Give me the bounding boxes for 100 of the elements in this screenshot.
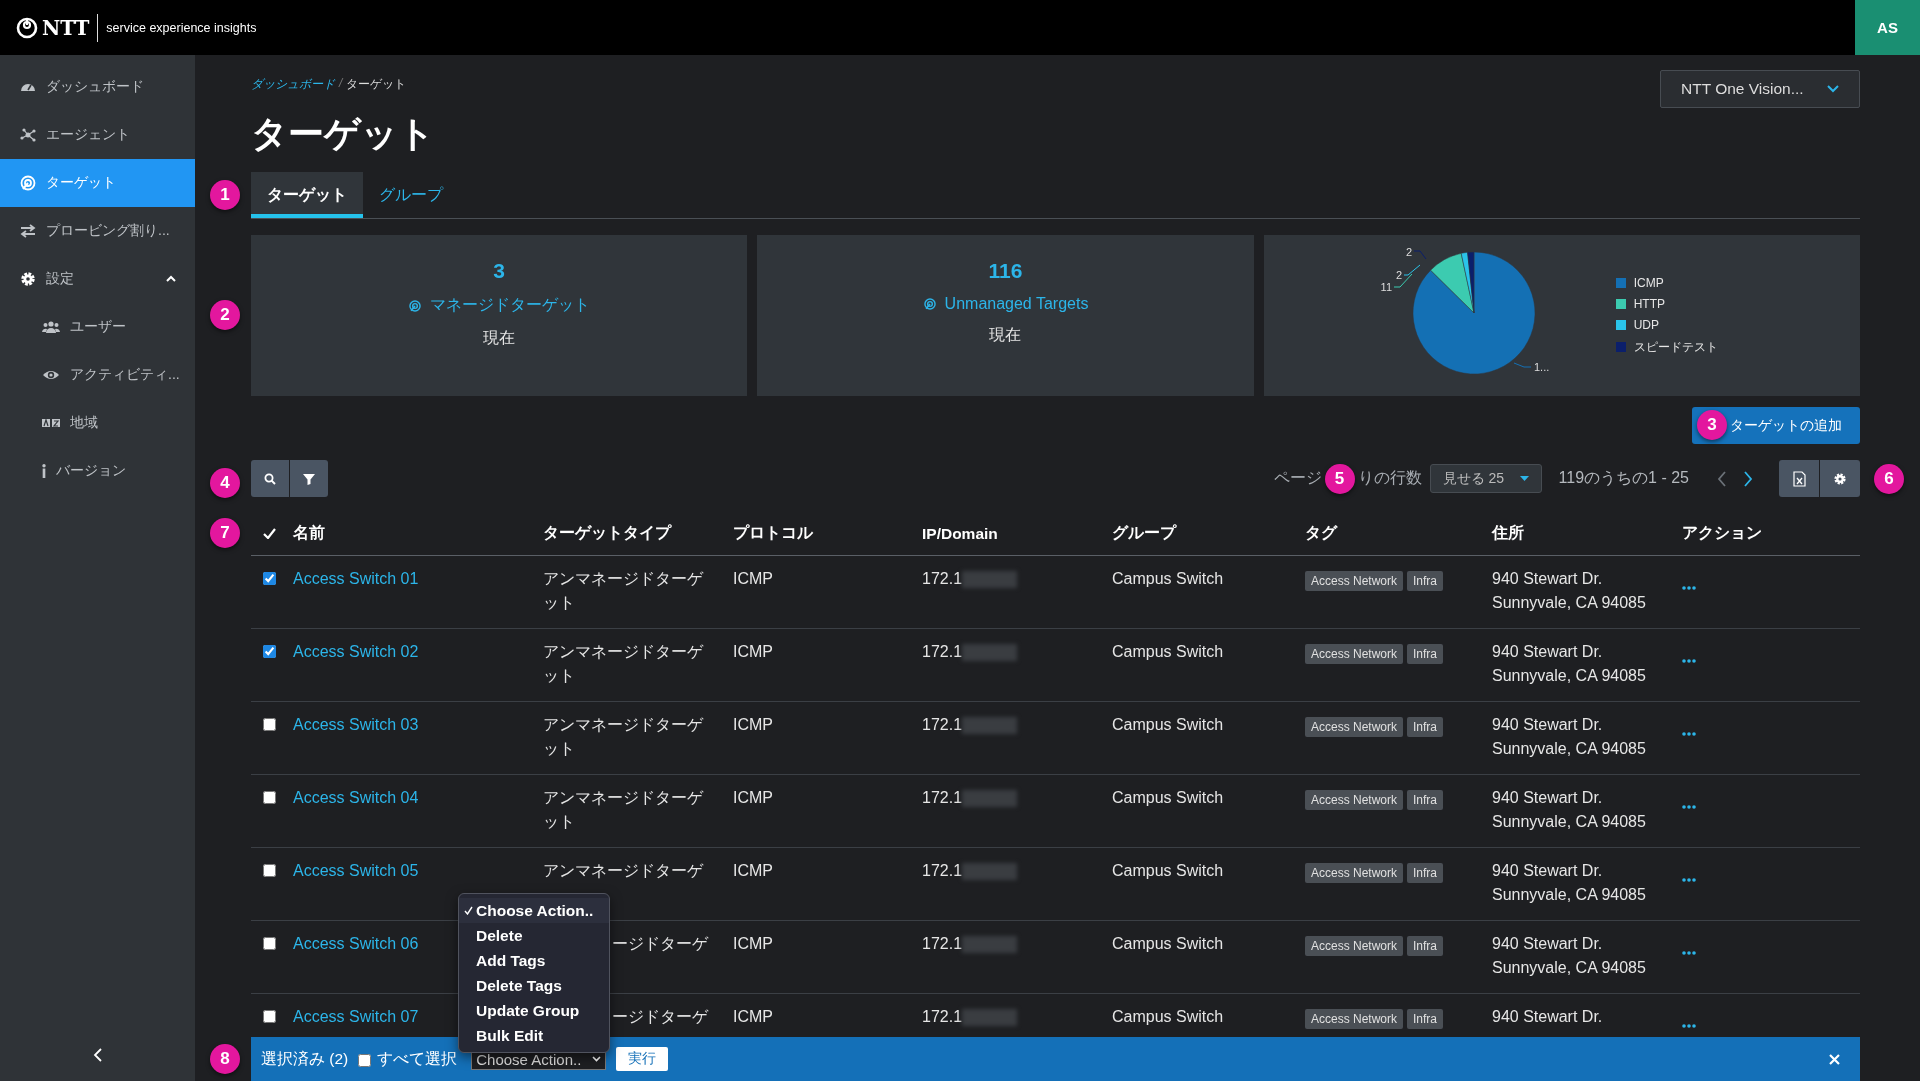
sidebar-item[interactable]: プロービング割り... [0, 207, 195, 255]
column-header[interactable]: IP/Domain [922, 524, 998, 542]
card-link[interactable]: Unmanaged Targets [922, 295, 1089, 313]
tab[interactable]: グループ [363, 172, 459, 218]
caret-icon [1519, 476, 1529, 481]
row-checkbox[interactable] [263, 645, 276, 658]
blurred-text [962, 571, 1018, 588]
run-button[interactable]: 実行 [616, 1047, 669, 1071]
settings-button[interactable] [1820, 460, 1860, 497]
select-all-check-icon[interactable] [263, 527, 276, 539]
swap-arrows-icon [19, 222, 37, 240]
table-cell: 172.1 [922, 1008, 963, 1026]
info-icon [42, 464, 46, 478]
tag-label: Access Network [1305, 717, 1404, 737]
leader-line [1393, 273, 1413, 288]
check-icon [464, 905, 473, 915]
column-header[interactable]: アクション [1682, 524, 1762, 541]
sidebar-item[interactable]: 設定 [0, 255, 195, 303]
leader-line [1413, 250, 1427, 260]
table-cell: Campus Switch [1112, 789, 1224, 806]
select-all-checkbox[interactable] [358, 1053, 372, 1067]
table-cell-text: 940 Stewart Dr. Sunnyvale, CA 94085 [1492, 715, 1646, 759]
product-name: service experience insights [106, 20, 257, 35]
column-header[interactable]: 名前 [293, 524, 325, 541]
row-checkbox[interactable] [263, 572, 276, 585]
close-icon[interactable] [1829, 1053, 1840, 1065]
menu-item[interactable]: Delete Tags [459, 973, 609, 998]
sidebar-item[interactable]: エージェント [0, 111, 195, 159]
callout-marker: 7 [210, 518, 240, 548]
more-icon[interactable] [1682, 805, 1696, 809]
leader-line [1513, 362, 1532, 368]
target-name-link[interactable]: Access Switch 06 [293, 935, 419, 952]
table-cell: ICMP [733, 862, 773, 879]
sidebar-item[interactable]: ダッシュボード [0, 63, 195, 111]
tag-label: Infra [1407, 717, 1444, 737]
target-name-link[interactable]: Access Switch 03 [293, 716, 419, 733]
card-link[interactable]: マネージドターゲット [408, 295, 591, 316]
table-cell: ICMP [733, 935, 773, 952]
table-cell: Campus Switch [1112, 935, 1224, 952]
more-icon[interactable] [1682, 732, 1696, 736]
column-header[interactable]: プロトコル [733, 524, 813, 541]
sidebar-item[interactable]: 地域 [0, 399, 195, 447]
row-checkbox[interactable] [263, 1010, 276, 1023]
table-cell-text: アンマネージドターゲット [543, 569, 705, 613]
search-button[interactable] [251, 460, 289, 497]
rows-per-page-label: ページ [1273, 468, 1322, 488]
table-cell-text: アンマネージドターゲット [543, 715, 705, 759]
more-icon[interactable] [1682, 659, 1696, 663]
table-cell-text: ージドターゲ [612, 934, 708, 954]
row-checkbox[interactable] [263, 864, 276, 877]
menu-item[interactable]: Choose Action.. [459, 898, 609, 923]
table-cell-text: 940 Stewart Dr. Sunnyvale, CA 94085 [1492, 788, 1646, 832]
blurred-text [962, 717, 1018, 734]
menu-item[interactable]: Delete [459, 923, 609, 948]
table-cell: ICMP [733, 789, 773, 806]
page-size-dropdown[interactable]: 見せる 25 [1429, 464, 1542, 493]
callout-marker: 4 [210, 468, 240, 498]
target-name-link[interactable]: Access Switch 05 [293, 862, 419, 879]
column-header[interactable]: ターゲットタイプ [543, 524, 671, 541]
sidebar-item[interactable]: ユーザー [0, 303, 195, 351]
logo-icon [16, 16, 38, 39]
more-icon[interactable] [1682, 1024, 1696, 1028]
row-checkbox[interactable] [263, 718, 276, 731]
sidebar-item[interactable]: バージョン [0, 447, 195, 495]
legend-label: HTTP [1633, 296, 1665, 311]
callout-marker: 5 [1324, 463, 1355, 494]
slice-label: 1... [1533, 361, 1549, 373]
target-name-link[interactable]: Access Switch 01 [293, 570, 419, 587]
column-header[interactable]: グループ [1112, 524, 1176, 541]
column-header[interactable]: タグ [1305, 524, 1337, 541]
more-icon[interactable] [1682, 878, 1696, 882]
menu-item[interactable]: Add Tags [459, 948, 609, 973]
filter-button[interactable] [290, 460, 328, 497]
menu-item[interactable]: Bulk Edit [459, 1023, 609, 1048]
select-all-label[interactable]: すべて選択 [377, 1048, 458, 1070]
blurred-text [962, 790, 1018, 807]
collapse-chevron-icon[interactable] [92, 1048, 103, 1062]
sidebar-item[interactable]: アクティビティ... [0, 351, 195, 399]
tag-label: Infra [1407, 1009, 1444, 1029]
breadcrumb-link[interactable]: ダッシュボード [251, 76, 335, 93]
user-avatar[interactable]: AS [1855, 0, 1920, 55]
tab[interactable]: ターゲット [251, 172, 363, 218]
more-icon[interactable] [1682, 586, 1696, 590]
next-page-icon[interactable] [1743, 470, 1753, 487]
column-header[interactable]: 住所 [1492, 524, 1524, 541]
target-name-link[interactable]: Access Switch 02 [293, 643, 419, 660]
table-cell: Campus Switch [1112, 862, 1224, 879]
menu-item[interactable]: Update Group [459, 998, 609, 1023]
target-name-link[interactable]: Access Switch 07 [293, 1008, 419, 1025]
organization-dropdown[interactable]: NTT One Vision... [1660, 70, 1860, 108]
row-checkbox[interactable] [263, 937, 276, 950]
row-checkbox[interactable] [263, 791, 276, 804]
rows-per-page-label: りの行数 [1357, 468, 1422, 488]
table-cell: ICMP [733, 1008, 773, 1025]
tag-label: Access Network [1305, 571, 1404, 591]
more-icon[interactable] [1682, 951, 1696, 955]
blurred-text [962, 1009, 1018, 1026]
legend-label: スピードテスト [1633, 338, 1718, 356]
export-button[interactable] [1779, 460, 1819, 497]
target-name-link[interactable]: Access Switch 04 [293, 789, 419, 806]
